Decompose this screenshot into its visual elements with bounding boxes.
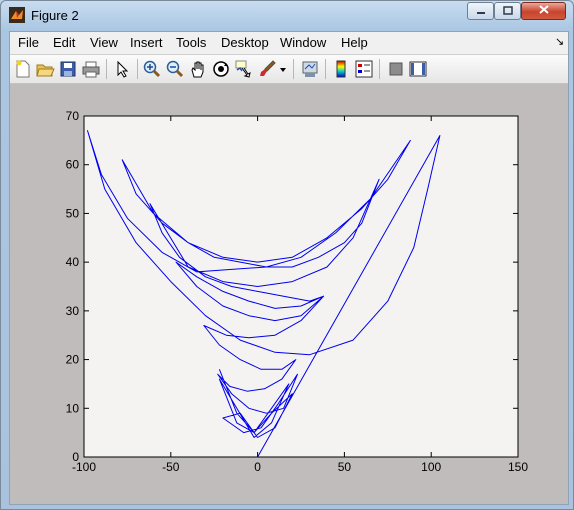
close-icon [538, 2, 550, 20]
y-tick-label: 40 [66, 255, 80, 269]
y-tick-label: 20 [66, 353, 80, 367]
line-plot[interactable]: -100 -50 0 50 100 150010203040506070 [10, 84, 568, 504]
y-tick-label: 60 [66, 158, 80, 172]
figure-canvas[interactable]: -100 -50 0 50 100 150 0 10 20 30 40 50 60 70 [10, 84, 568, 504]
open-file-icon[interactable] [35, 59, 55, 79]
new-figure-icon[interactable] [13, 59, 33, 79]
maximize-button[interactable] [494, 2, 521, 20]
y-tick-label: 30 [66, 304, 80, 318]
minimize-icon [476, 2, 486, 20]
menu-bar: File Edit View Insert Tools Desktop Wind… [10, 32, 568, 54]
x-tick-label: -50 [162, 460, 180, 474]
figure-window: Figure 2 File Edit View Insert Tools Des… [0, 0, 574, 510]
axes-box[interactable] [83, 115, 519, 458]
x-tick-label: 50 [338, 460, 352, 474]
y-tick-label: 50 [66, 206, 80, 220]
y-tick-label: 10 [66, 401, 80, 415]
menu-insert[interactable]: Insert [130, 35, 163, 50]
print-icon[interactable] [81, 59, 101, 79]
minimize-button[interactable] [467, 2, 494, 20]
close-button[interactable] [521, 2, 566, 20]
colorbar-icon[interactable] [331, 59, 351, 79]
menu-window[interactable]: Window [280, 35, 326, 50]
zoom-out-icon[interactable] [165, 59, 185, 79]
data-cursor-icon[interactable] [234, 59, 254, 79]
figure-client-area: File Edit View Insert Tools Desktop Wind… [9, 31, 569, 505]
window-title: Figure 2 [31, 8, 79, 23]
edit-plot-arrow-icon[interactable] [112, 59, 132, 79]
x-tick-label: 150 [508, 460, 528, 474]
zoom-in-icon[interactable] [142, 59, 162, 79]
x-tick-label: 0 [254, 460, 261, 474]
rotate-3d-icon[interactable] [211, 59, 231, 79]
menu-desktop[interactable]: Desktop [221, 35, 269, 50]
hide-plot-tools-icon[interactable] [386, 59, 406, 79]
menu-tools[interactable]: Tools [176, 35, 206, 50]
menu-view[interactable]: View [90, 35, 118, 50]
dock-arrow-icon[interactable]: ↘ [555, 35, 564, 48]
show-plot-tools-icon[interactable] [408, 59, 428, 79]
matlab-logo-icon [9, 7, 25, 23]
link-plot-icon[interactable] [300, 59, 320, 79]
figure-toolbar [10, 54, 568, 84]
y-tick-label: 70 [66, 109, 80, 123]
pan-icon[interactable] [188, 59, 208, 79]
brush-icon[interactable] [258, 59, 278, 79]
legend-icon[interactable] [354, 59, 374, 79]
menu-edit[interactable]: Edit [53, 35, 75, 50]
brush-dropdown-icon[interactable] [278, 59, 288, 79]
title-bar[interactable]: Figure 2 [1, 1, 573, 31]
menu-file[interactable]: File [18, 35, 39, 50]
save-icon[interactable] [58, 59, 78, 79]
menu-help[interactable]: Help [341, 35, 368, 50]
y-tick-label: 0 [72, 450, 79, 464]
maximize-icon [502, 2, 513, 20]
x-tick-label: 100 [421, 460, 441, 474]
